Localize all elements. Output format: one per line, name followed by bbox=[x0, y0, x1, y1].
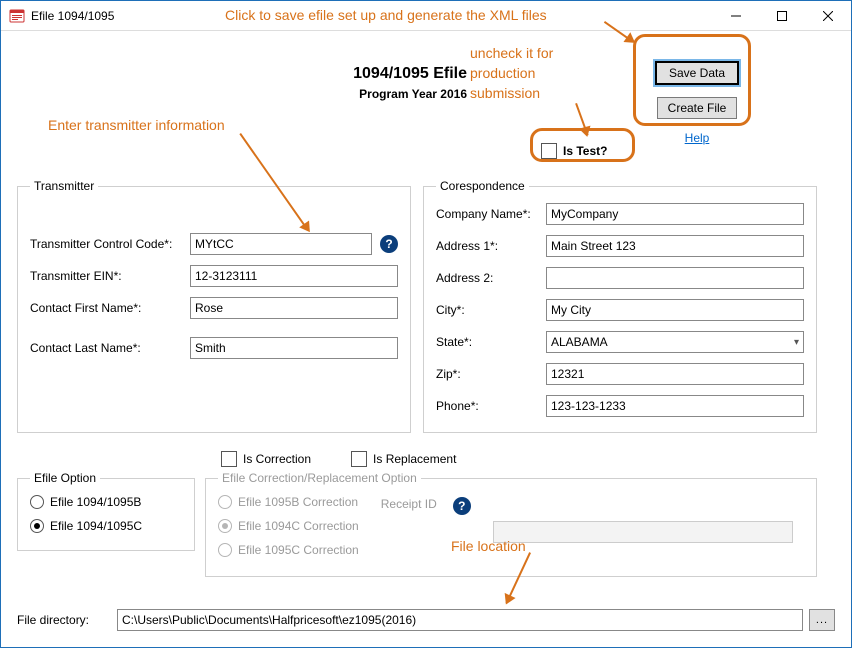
corr-1094c-label: Efile 1094C Correction bbox=[238, 519, 359, 533]
maximize-button[interactable] bbox=[759, 1, 805, 31]
correspondence-legend: Corespondence bbox=[436, 179, 529, 193]
close-button[interactable] bbox=[805, 1, 851, 31]
help-link[interactable]: Help bbox=[685, 131, 710, 145]
tcc-help-icon[interactable]: ? bbox=[380, 235, 398, 253]
corr-1095c-radio bbox=[218, 543, 232, 557]
file-directory-label: File directory: bbox=[17, 613, 117, 627]
corr-1095c-label: Efile 1095C Correction bbox=[238, 543, 359, 557]
first-name-label: Contact First Name*: bbox=[30, 301, 190, 315]
correction-option-legend: Efile Correction/Replacement Option bbox=[218, 471, 421, 485]
content-area: 1094/1095 Efile Program Year 2016 Save D… bbox=[1, 31, 851, 647]
ein-label: Transmitter EIN*: bbox=[30, 269, 190, 283]
save-data-button[interactable]: Save Data bbox=[655, 61, 739, 85]
create-file-button[interactable]: Create File bbox=[657, 97, 737, 119]
receipt-help-icon[interactable]: ? bbox=[453, 497, 471, 515]
browse-button[interactable]: ... bbox=[809, 609, 835, 631]
efile-option-group: Efile Option Efile 1094/1095B Efile 1094… bbox=[17, 471, 195, 551]
efile-b-label: Efile 1094/1095B bbox=[50, 495, 141, 509]
receipt-id-label: Receipt ID bbox=[381, 497, 437, 511]
is-test-row: Is Test? bbox=[541, 143, 607, 159]
is-replacement-checkbox[interactable] bbox=[351, 451, 367, 467]
phone-label: Phone*: bbox=[436, 399, 546, 413]
last-name-input[interactable] bbox=[190, 337, 398, 359]
efile-option-legend: Efile Option bbox=[30, 471, 100, 485]
efile-c-label: Efile 1094/1095C bbox=[50, 519, 142, 533]
titlebar: Efile 1094/1095 bbox=[1, 1, 851, 31]
city-input[interactable] bbox=[546, 299, 804, 321]
transmitter-legend: Transmitter bbox=[30, 179, 98, 193]
correspondence-group: Corespondence Company Name*: Address 1*:… bbox=[423, 179, 817, 433]
is-test-label: Is Test? bbox=[563, 144, 607, 158]
addr1-label: Address 1*: bbox=[436, 239, 546, 253]
is-replacement-row: Is Replacement bbox=[351, 451, 456, 467]
transmitter-group: Transmitter Transmitter Control Code*: ?… bbox=[17, 179, 411, 433]
addr2-input[interactable] bbox=[546, 267, 804, 289]
corr-1095b-label: Efile 1095B Correction bbox=[238, 495, 358, 509]
state-label: State*: bbox=[436, 335, 546, 349]
is-test-checkbox[interactable] bbox=[541, 143, 557, 159]
form-title: 1094/1095 Efile bbox=[1, 65, 467, 83]
company-label: Company Name*: bbox=[436, 207, 546, 221]
receipt-id-input bbox=[493, 521, 793, 543]
city-label: City*: bbox=[436, 303, 546, 317]
correction-option-group: Efile Correction/Replacement Option Efil… bbox=[205, 471, 817, 577]
last-name-label: Contact Last Name*: bbox=[30, 341, 190, 355]
state-select[interactable]: ALABAMA ▾ bbox=[546, 331, 804, 353]
efile-c-radio[interactable] bbox=[30, 519, 44, 533]
state-value: ALABAMA bbox=[551, 335, 608, 349]
file-directory-input[interactable] bbox=[117, 609, 803, 631]
is-correction-checkbox[interactable] bbox=[221, 451, 237, 467]
file-directory-row: File directory: ... bbox=[17, 609, 835, 631]
addr2-label: Address 2: bbox=[436, 271, 546, 285]
efile-b-radio[interactable] bbox=[30, 495, 44, 509]
app-window: Efile 1094/1095 1094/1095 Efile Program … bbox=[0, 0, 852, 648]
first-name-input[interactable] bbox=[190, 297, 398, 319]
app-icon bbox=[9, 8, 25, 24]
tcc-input[interactable] bbox=[190, 233, 372, 255]
window-title: Efile 1094/1095 bbox=[31, 9, 114, 23]
is-replacement-label: Is Replacement bbox=[373, 452, 456, 466]
phone-input[interactable] bbox=[546, 395, 804, 417]
corr-1094c-radio bbox=[218, 519, 232, 533]
addr1-input[interactable] bbox=[546, 235, 804, 257]
chevron-down-icon: ▾ bbox=[794, 337, 799, 348]
minimize-button[interactable] bbox=[713, 1, 759, 31]
corr-1095b-radio bbox=[218, 495, 232, 509]
form-header: 1094/1095 Efile Program Year 2016 bbox=[1, 65, 467, 101]
is-correction-row: Is Correction bbox=[221, 451, 311, 467]
tcc-label: Transmitter Control Code*: bbox=[30, 237, 190, 251]
zip-input[interactable] bbox=[546, 363, 804, 385]
is-correction-label: Is Correction bbox=[243, 452, 311, 466]
flags-row: Is Correction Is Replacement bbox=[221, 451, 456, 467]
company-input[interactable] bbox=[546, 203, 804, 225]
action-buttons: Save Data Create File Help bbox=[655, 61, 739, 145]
ein-input[interactable] bbox=[190, 265, 398, 287]
zip-label: Zip*: bbox=[436, 367, 546, 381]
program-year: Program Year 2016 bbox=[1, 87, 467, 101]
